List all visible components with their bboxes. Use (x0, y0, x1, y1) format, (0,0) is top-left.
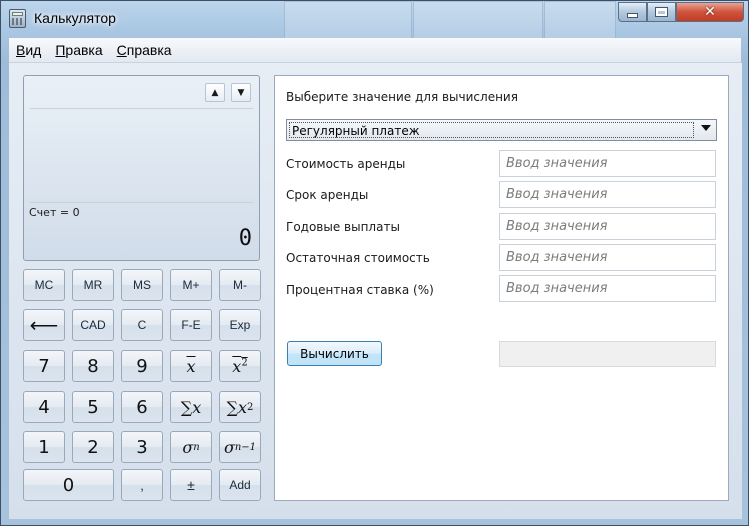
lease-term-label: Срок аренды (286, 188, 369, 202)
digit-4-button[interactable]: 4 (23, 391, 65, 423)
backspace-button[interactable]: ⟵ (23, 309, 65, 341)
std-dev-subscript: n (193, 441, 200, 453)
mean-label: x (186, 356, 196, 376)
digit-7-button[interactable]: 7 (23, 350, 65, 382)
ms-button[interactable]: MS (121, 269, 163, 301)
mean-square-button[interactable]: x2 (219, 350, 261, 382)
close-button[interactable]: ✕ (676, 2, 744, 22)
mc-button[interactable]: MC (23, 269, 65, 301)
exp-button[interactable]: Exp (219, 309, 261, 341)
sample-std-dev-button[interactable]: σ n−1 (219, 431, 261, 463)
maximize-icon (655, 7, 668, 17)
calculation-type-select[interactable]: Регулярный платеж (286, 119, 717, 141)
display-divider (30, 108, 253, 109)
menu-bar: Вид Правка Справка (9, 38, 741, 63)
add-button[interactable]: Add (219, 469, 261, 501)
minimize-button[interactable] (618, 2, 647, 22)
menu-edit[interactable]: Правка (48, 42, 109, 58)
sum-squares-button[interactable]: ∑x 2 (219, 391, 261, 423)
calculator-app-icon (9, 9, 26, 28)
minimize-icon (627, 13, 638, 18)
digit-2-button[interactable]: 2 (72, 431, 114, 463)
digit-5-button[interactable]: 5 (72, 391, 114, 423)
display-divider (30, 202, 253, 203)
menu-view-accel: В (16, 42, 26, 58)
calculator-display: ▲ ▼ Счет = 0 0 (23, 75, 260, 261)
menu-edit-label: равка (65, 42, 103, 58)
clear-button[interactable]: C (121, 309, 163, 341)
digit-3-button[interactable]: 3 (121, 431, 163, 463)
background-window (284, 1, 412, 41)
selected-option: Регулярный платеж (289, 122, 694, 138)
sample-std-dev-label: σ (223, 437, 235, 457)
background-window (413, 1, 543, 41)
digit-9-button[interactable]: 9 (121, 350, 163, 382)
plus-minus-button[interactable]: ± (170, 469, 212, 501)
display-value: 0 (238, 226, 252, 251)
lease-term-input[interactable] (499, 181, 716, 208)
mean-button[interactable]: x (170, 350, 212, 382)
fe-button[interactable]: F-E (170, 309, 212, 341)
m-plus-button[interactable]: M+ (170, 269, 212, 301)
chevron-down-icon (701, 125, 711, 131)
triangle-down-icon: ▼ (237, 87, 245, 98)
sum-button[interactable]: ∑x (170, 391, 212, 423)
calculation-panel: Выберите значение для вычисления Регуляр… (274, 75, 729, 501)
panel-title: Выберите значение для вычисления (286, 90, 518, 104)
back-arrow-icon: ⟵ (29, 314, 59, 337)
window-title: Калькулятор (34, 10, 116, 26)
std-dev-button[interactable]: σn (170, 431, 212, 463)
sum-squares-label: ∑x (226, 397, 248, 417)
maximize-button[interactable] (647, 2, 676, 22)
history-up-button[interactable]: ▲ (205, 83, 225, 102)
std-dev-label: σ (182, 437, 194, 457)
close-icon: ✕ (704, 4, 716, 20)
menu-view[interactable]: Вид (9, 42, 48, 58)
residual-value-input[interactable] (499, 244, 716, 271)
cad-button[interactable]: CAD (72, 309, 114, 341)
menu-help-label: правка (126, 42, 172, 58)
result-field (499, 341, 716, 367)
digit-0-button[interactable]: 0 (23, 469, 114, 501)
digit-1-button[interactable]: 1 (23, 431, 65, 463)
residual-value-label: Остаточная стоимость (286, 251, 430, 265)
menu-help[interactable]: Справка (110, 42, 179, 58)
menu-view-label: ид (25, 42, 42, 58)
triangle-up-icon: ▲ (211, 87, 219, 98)
mean-square-label: x (232, 356, 242, 376)
lease-cost-input[interactable] (499, 150, 716, 177)
menu-help-accel: С (116, 42, 127, 58)
sum-squares-exponent: 2 (247, 401, 254, 413)
mr-button[interactable]: MR (72, 269, 114, 301)
statistics-count: Счет = 0 (29, 206, 80, 219)
interest-rate-input[interactable] (499, 275, 716, 302)
sample-std-dev-subscript: n−1 (234, 441, 257, 453)
calculate-button[interactable]: Вычислить (287, 341, 382, 366)
lease-cost-label: Стоимость аренды (286, 157, 406, 171)
annual-payments-label: Годовые выплаты (286, 220, 400, 234)
digit-8-button[interactable]: 8 (72, 350, 114, 382)
m-minus-button[interactable]: M- (219, 269, 261, 301)
client-area: ▲ ▼ Счет = 0 0 MC MR MS M+ M- ⟵ CAD C F-… (9, 63, 742, 519)
menu-edit-accel: П (55, 42, 66, 58)
comma-button[interactable]: , (121, 469, 163, 501)
digit-6-button[interactable]: 6 (121, 391, 163, 423)
mean-square-exponent: 2 (241, 357, 248, 369)
calculator-window: Калькулятор ✕ Вид Правка Справка ▲ ▼ Сче… (0, 0, 749, 526)
background-window (544, 1, 616, 41)
interest-rate-label: Процентная ставка (%) (286, 283, 434, 297)
annual-payments-input[interactable] (499, 213, 716, 240)
history-down-button[interactable]: ▼ (231, 83, 251, 102)
